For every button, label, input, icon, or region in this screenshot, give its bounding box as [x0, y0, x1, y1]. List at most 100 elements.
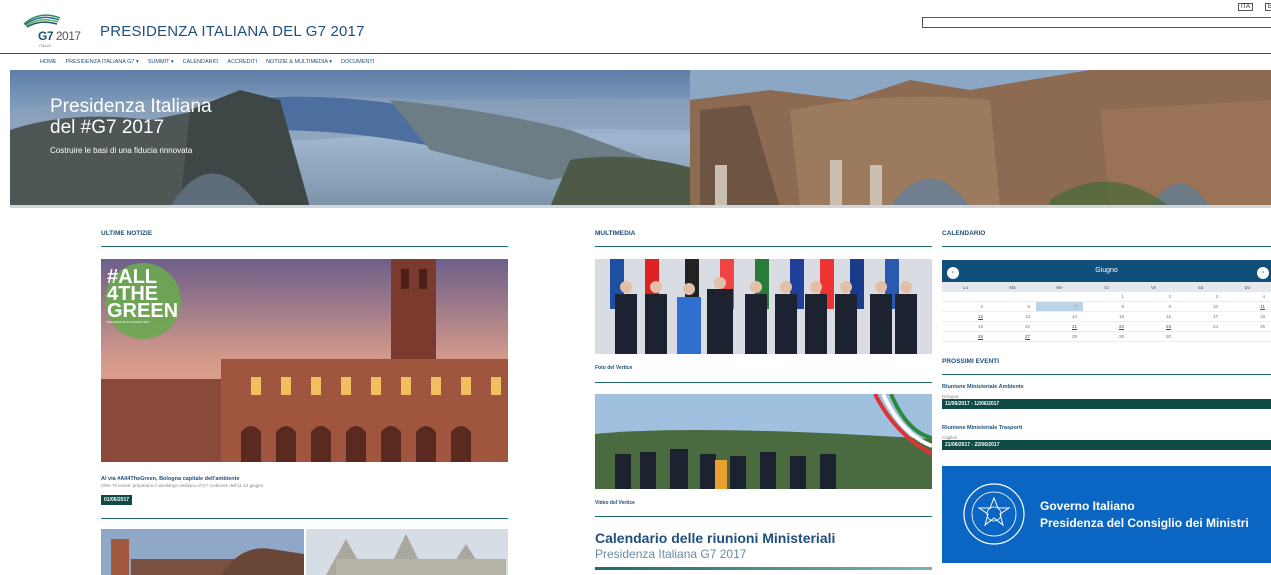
calendar-day: 2 — [1130, 292, 1177, 302]
thumbnail-image — [306, 529, 508, 575]
calendar-day: 6 — [989, 301, 1036, 312]
calendar-day: 16 — [1130, 311, 1177, 322]
logo-text: G7 2017 — [38, 29, 81, 43]
calendar-grid: Lu Ma Me Gi Ve Sa Do 1 2 3 4 5 6 7 8 9 10 11 12 13 14 15 16 17… — [942, 282, 1271, 342]
weekday-label: Gi — [1083, 282, 1130, 292]
event-dates: 11/06/2017 - 12/06/2017 — [942, 399, 1271, 409]
calendar-day: 18 — [1224, 311, 1271, 322]
video-caption-link[interactable]: Video del Vertice — [595, 500, 635, 506]
calendar-day: 14 — [1036, 311, 1083, 322]
multimedia-divider — [595, 246, 932, 247]
main-nav: HOME PRESIDENZA ITALIANA G7 ▾ SUMMIT ▾ C… — [40, 59, 374, 69]
calendar-day — [1224, 331, 1271, 342]
calendar-day: 5 — [942, 301, 989, 312]
nav-notizie-multimedia[interactable]: NOTIZIE & MULTIMEDIA ▾ — [266, 59, 332, 69]
news-summary: Oltre 70 eventi: preparano il varobergo … — [101, 483, 264, 488]
hero-bottom-border — [10, 205, 1271, 208]
weekday-label: Do — [1224, 282, 1271, 292]
event-dates: 21/06/2017 - 22/06/2017 — [942, 440, 1271, 450]
italian-emblem-icon — [963, 483, 1025, 545]
calendar-day: 4 — [1224, 292, 1271, 302]
calendar-day[interactable]: 11 — [1224, 301, 1271, 312]
weekday-label: Me — [1036, 282, 1083, 292]
weekday-label: Sa — [1177, 282, 1224, 292]
calendar-day: 19 — [942, 321, 989, 332]
event-item[interactable]: Riunione Ministeriale Trasporti Cagliari… — [942, 425, 1271, 450]
ministerial-calendar-subtitle: Presidenza Italiana G7 2017 — [595, 547, 747, 561]
calendar-month: Giugno — [1095, 267, 1118, 274]
hero-subtitle: Costruire le basi di una fiducia rinnova… — [50, 146, 193, 155]
nav-documenti[interactable]: DOCUMENTI — [341, 59, 374, 69]
calendar-day: 8 — [1083, 301, 1130, 312]
header-divider — [0, 53, 1271, 54]
calendar-day — [1177, 331, 1224, 342]
calendar-week: 26 27 28 29 30 — [942, 331, 1271, 342]
promo-underline — [595, 567, 932, 570]
event-title[interactable]: Riunione Ministeriale Ambiente — [942, 384, 1271, 390]
news-divider-2 — [101, 518, 508, 519]
news-heading: ULTIME NOTIZIE — [101, 230, 153, 237]
nav-summit[interactable]: SUMMIT ▾ — [148, 59, 174, 69]
calendar-day: 28 — [1036, 331, 1083, 342]
news-date-badge: 01/06/2017 — [101, 495, 133, 505]
news-thumbnail[interactable] — [306, 529, 508, 575]
nav-presidenza[interactable]: PRESIDENZA ITALIANA G7 ▾ — [66, 59, 139, 69]
news-image[interactable]: #ALL 4THE GREEN BOLOGNA 11/12 GIUGNO 201… — [101, 259, 508, 462]
governo-line1: Governo Italiano — [1040, 499, 1135, 513]
ministerial-calendar-title[interactable]: Calendario delle riunioni Ministeriali — [595, 530, 835, 546]
multimedia-heading: MULTIMEDIA — [595, 230, 636, 237]
governo-banner[interactable]: Governo Italiano Presidenza del Consigli… — [942, 466, 1271, 563]
calendar-day[interactable]: 27 — [989, 331, 1036, 342]
calendar-week: 1234 — [942, 292, 1271, 302]
hero-image — [10, 70, 1271, 207]
calendar-day[interactable]: 12 — [942, 311, 989, 322]
calendar-widget: ‹ Giugno › Lu Ma Me Gi Ve Sa Do 1 2 3 4 5 6 7 8 9 10 11 1… — [942, 260, 1271, 342]
calendar-day[interactable]: 21 — [1036, 321, 1083, 332]
foto-caption-link[interactable]: Foto del Vertice — [595, 365, 632, 371]
calendar-divider — [942, 246, 1271, 247]
calendar-day: 17 — [1177, 311, 1224, 322]
calendar-heading: CALENDARIO — [942, 230, 986, 237]
lang-ita-button[interactable]: ITA — [1238, 3, 1253, 11]
calendar-week: 12 13 14 15 16 17 18 — [942, 311, 1271, 322]
thumbnail-image — [101, 529, 304, 575]
nav-calendario[interactable]: CALENDARIO — [183, 59, 219, 69]
calendar-day — [989, 292, 1036, 302]
summit-video[interactable] — [595, 394, 932, 489]
leaders-photo-image — [595, 259, 932, 354]
calendar-day[interactable]: 22 — [1083, 321, 1130, 332]
calendar-day: 9 — [1130, 301, 1177, 312]
calendar-day: 7 — [1036, 301, 1083, 312]
news-thumbnail[interactable] — [101, 529, 304, 575]
calendar-week: 5 6 7 8 9 10 11 — [942, 301, 1271, 312]
multimedia-divider-2 — [595, 382, 932, 383]
lang-en-button[interactable]: EN — [1265, 3, 1271, 11]
calendar-day[interactable]: 26 — [942, 331, 989, 342]
site-title[interactable]: PRESIDENZA ITALIANA DEL G7 2017 — [100, 23, 365, 40]
video-thumbnail-image — [595, 394, 932, 489]
event-title[interactable]: Riunione Ministeriale Trasporti — [942, 425, 1271, 431]
calendar-day: 24 — [1177, 321, 1224, 332]
calendar-day: 3 — [1177, 292, 1224, 302]
search-input[interactable] — [922, 17, 1271, 28]
weekday-label: Ma — [989, 282, 1036, 292]
hero-banner — [10, 70, 1271, 207]
calendar-header: ‹ Giugno › — [942, 260, 1271, 282]
calendar-day[interactable]: 23 — [1130, 321, 1177, 332]
news-badge: #ALL 4THE GREEN BOLOGNA 11/12 GIUGNO 201… — [107, 266, 179, 324]
calendar-day: 10 — [1177, 301, 1224, 312]
news-title-link[interactable]: Al via #All4TheGreen, Bologna capitale d… — [101, 476, 240, 482]
g7-logo[interactable]: G7 2017 ITALIA — [22, 10, 82, 48]
events-heading: PROSSIMI EVENTI — [942, 358, 1000, 365]
calendar-week: 19 20 21 22 23 24 25 — [942, 321, 1271, 332]
logo-waves-icon — [23, 14, 61, 28]
summit-photo[interactable] — [595, 259, 932, 354]
multimedia-divider-3 — [595, 516, 932, 517]
calendar-prev-icon[interactable]: ‹ — [947, 267, 959, 279]
calendar-day: 20 — [989, 321, 1036, 332]
governo-line2: Presidenza del Consiglio dei Ministri — [1040, 516, 1249, 530]
nav-accrediti[interactable]: ACCREDITI — [227, 59, 257, 69]
event-item[interactable]: Riunione Ministeriale Ambiente Bologna 1… — [942, 384, 1271, 409]
calendar-next-icon[interactable]: › — [1257, 267, 1269, 279]
nav-home[interactable]: HOME — [40, 59, 57, 69]
